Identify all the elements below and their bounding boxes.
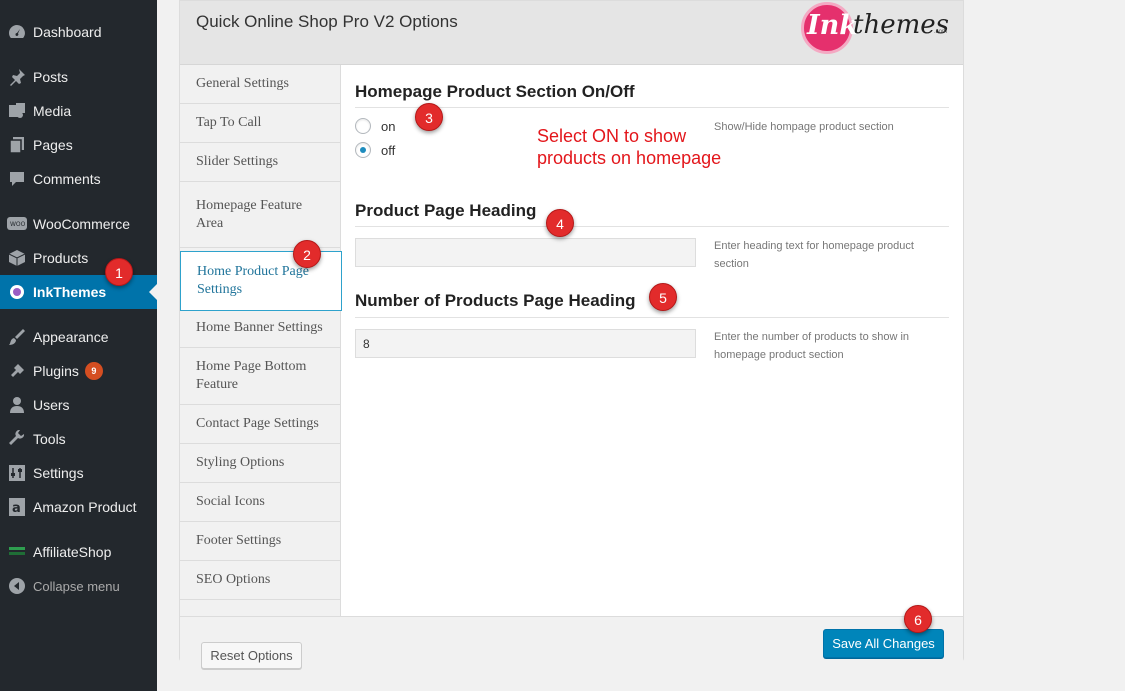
comment-icon [0, 170, 33, 188]
section-divider [355, 226, 949, 227]
product-heading-input[interactable] [355, 238, 696, 267]
save-all-changes-button[interactable]: Save All Changes [823, 629, 944, 658]
sidebar-item-settings[interactable]: Settings [0, 456, 157, 490]
panel-header: Quick Online Shop Pro V2 Options Ink the… [180, 1, 963, 65]
box-icon [0, 249, 33, 267]
sidebar-item-affiliateshop[interactable]: AffiliateShop [0, 535, 157, 569]
sidebar-item-label: WooCommerce [33, 216, 130, 232]
step-badge-6: 6 [904, 605, 932, 633]
onoff-help-text: Show/Hide hompage product section [714, 121, 894, 133]
sidebar-item-label: Appearance [33, 329, 109, 345]
sidebar-item-amazon-product[interactable]: a Amazon Product [0, 490, 157, 524]
logo-ink-text: Ink [807, 10, 858, 41]
woo-icon: WOO [0, 216, 33, 232]
sidebar-item-pages[interactable]: Pages [0, 128, 157, 162]
product-count-input[interactable]: 8 [355, 329, 696, 358]
settings-icon [0, 464, 33, 482]
sidebar-item-label: AffiliateShop [33, 544, 112, 560]
options-nav: General Settings Tap To Call Slider Sett… [180, 65, 342, 616]
tab-home-page-bottom-feature[interactable]: Home Page Bottom Feature [180, 348, 340, 405]
pages-icon [0, 136, 33, 154]
plugin-update-count-badge: 9 [84, 362, 103, 380]
logo-themes-text: themes [853, 10, 949, 40]
tab-tap-to-call[interactable]: Tap To Call [180, 104, 340, 143]
affiliateshop-icon [0, 547, 33, 557]
inkthemes-icon [0, 283, 33, 301]
reset-options-button[interactable]: Reset Options [201, 642, 302, 669]
sidebar-item-inkthemes[interactable]: InkThemes [0, 275, 157, 309]
logo-com-text: .com [934, 29, 948, 35]
tab-contact-page-settings[interactable]: Contact Page Settings [180, 405, 340, 444]
step-badge-3: 3 [415, 103, 443, 131]
step-badge-1: 1 [105, 258, 133, 286]
sidebar-item-label: Users [33, 397, 70, 413]
sidebar-item-appearance[interactable]: Appearance [0, 320, 157, 354]
sidebar-item-users[interactable]: Users [0, 388, 157, 422]
sidebar-item-comments[interactable]: Comments [0, 162, 157, 196]
step-badge-5: 5 [649, 283, 677, 311]
sidebar-item-tools[interactable]: Tools [0, 422, 157, 456]
svg-text:WOO: WOO [10, 221, 26, 228]
section-divider [355, 317, 949, 318]
user-icon [0, 396, 33, 414]
step-badge-2: 2 [293, 240, 321, 268]
section-title-number: Number of Products Page Heading [355, 291, 636, 310]
tab-seo-options[interactable]: SEO Options [180, 561, 340, 600]
radio-off-button[interactable] [355, 142, 371, 158]
svg-text:a: a [12, 501, 21, 516]
brush-icon [0, 328, 33, 346]
sidebar-item-label: Tools [33, 431, 66, 447]
sidebar-item-dashboard[interactable]: Dashboard [0, 15, 157, 49]
media-icon [0, 102, 33, 120]
sidebar-item-plugins[interactable]: Plugins 9 [0, 354, 157, 388]
collapse-menu-button[interactable]: Collapse menu [0, 569, 157, 603]
pin-icon [0, 68, 33, 86]
tab-styling-options[interactable]: Styling Options [180, 444, 340, 483]
tab-footer-settings[interactable]: Footer Settings [180, 522, 340, 561]
tab-social-icons[interactable]: Social Icons [180, 483, 340, 522]
sidebar-item-label: Products [33, 250, 89, 266]
step-badge-4: 4 [546, 209, 574, 237]
plugin-icon [0, 362, 33, 380]
sidebar-item-label: Settings [33, 465, 84, 481]
page-title: Quick Online Shop Pro V2 Options [196, 12, 458, 31]
collapse-menu-label: Collapse menu [33, 578, 120, 594]
sidebar-item-posts[interactable]: Posts [0, 60, 157, 94]
amazon-icon: a [0, 498, 33, 516]
collapse-icon [0, 578, 33, 594]
panel-footer: Reset Options Save All Changes [180, 616, 963, 669]
heading-help-text: Enter heading text for homepage product … [714, 240, 914, 270]
tab-homepage-feature-area[interactable]: Homepage Feature Area [180, 182, 340, 248]
radio-off-label: off [381, 142, 396, 158]
radio-off[interactable]: off [355, 142, 395, 158]
sidebar-item-label: Plugins [33, 363, 79, 379]
tab-general-settings[interactable]: General Settings [180, 65, 340, 104]
sidebar-item-media[interactable]: Media [0, 94, 157, 128]
dashboard-icon [0, 23, 33, 41]
sidebar-item-label: Media [33, 103, 72, 119]
sidebar-item-woocommerce[interactable]: WOO WooCommerce [0, 207, 157, 241]
radio-on-button[interactable] [355, 118, 371, 134]
sidebar-item-label: Comments [33, 171, 101, 187]
radio-on[interactable]: on [355, 118, 395, 134]
wrench-icon [0, 430, 33, 448]
inkthemes-logo: Ink themes .com [801, 2, 951, 54]
sidebar-item-products[interactable]: Products [0, 241, 157, 275]
sidebar-item-label: Pages [33, 137, 73, 153]
section-title-heading: Product Page Heading [355, 201, 537, 220]
section-title-onoff: Homepage Product Section On/Off [355, 82, 635, 101]
number-help-text: Enter the number of products to show in … [714, 331, 910, 361]
sidebar-item-label: Posts [33, 69, 69, 85]
sidebar-item-label: Amazon Product [33, 499, 137, 515]
tab-home-banner-settings[interactable]: Home Banner Settings [180, 309, 340, 348]
radio-on-label: on [381, 118, 396, 134]
options-panel: Quick Online Shop Pro V2 Options Ink the… [179, 0, 964, 669]
section-divider [355, 107, 949, 108]
sidebar-item-label: InkThemes [33, 284, 107, 300]
tab-slider-settings[interactable]: Slider Settings [180, 143, 340, 182]
admin-sidebar: Dashboard Posts Media Pages Comments WOO… [0, 0, 157, 691]
sidebar-item-label: Dashboard [33, 24, 102, 40]
